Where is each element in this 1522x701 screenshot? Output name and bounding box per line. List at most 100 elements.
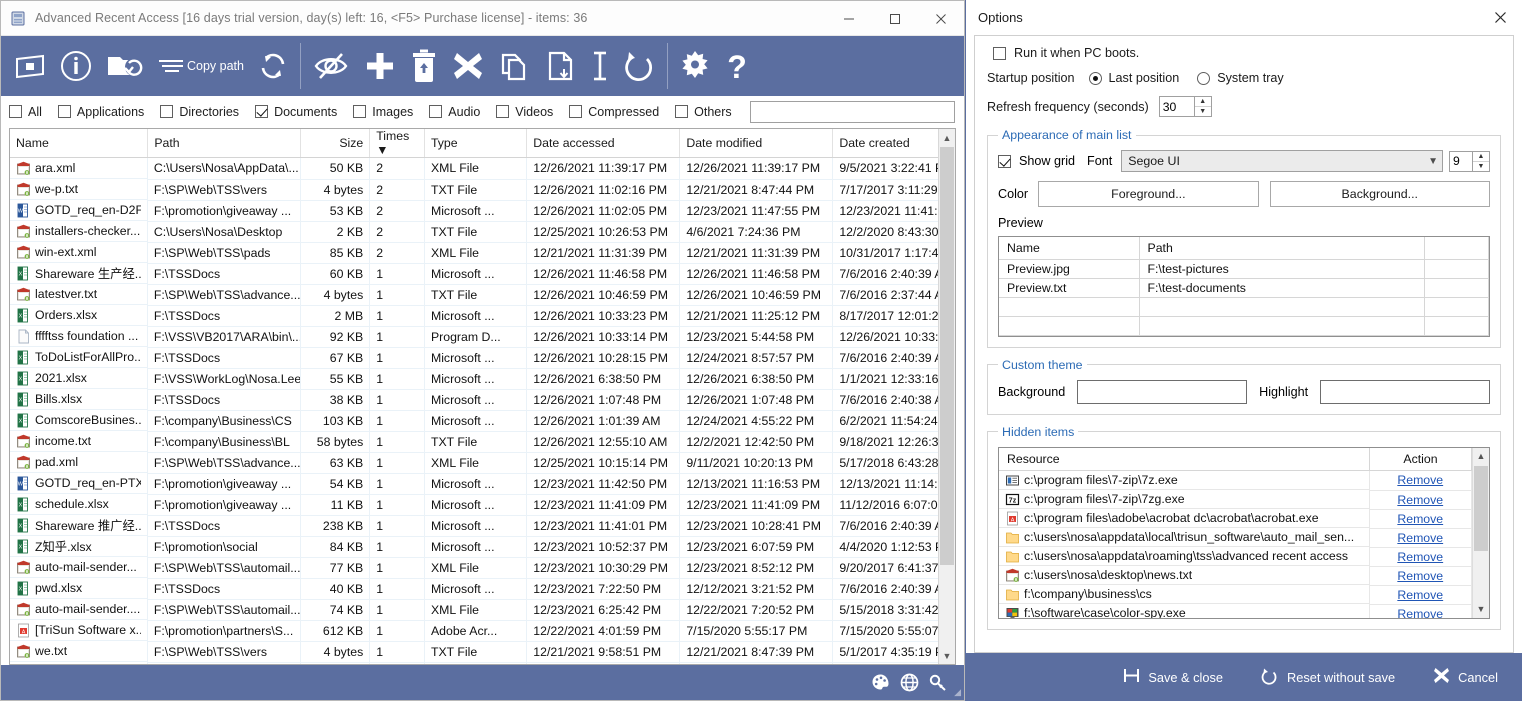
table-row[interactable]: auto-mail-sender...F:\SP\Web\TSS\automai… [10, 557, 955, 578]
table-row[interactable]: WGOTD_req_en-D2F...F:\promotion\giveaway… [10, 200, 955, 221]
table-row[interactable]: ara.xmlC:\Users\Nosa\AppData\...50 KB2XM… [10, 158, 955, 180]
font-size-spin-up-icon[interactable]: ▲ [1473, 152, 1489, 162]
scroll-up-icon[interactable]: ▲ [939, 129, 955, 146]
font-size-input[interactable] [1450, 152, 1472, 171]
filter-applications-checkbox[interactable] [58, 105, 71, 118]
table-row[interactable]: installers-checker....C:\Users\Nosa\Desk… [10, 221, 955, 242]
table-row[interactable]: win-ext.xmlF:\SP\Web\TSS\pads85 KB2XML F… [10, 242, 955, 263]
hidden-item-row[interactable]: f:\company\business\csRemove [999, 585, 1489, 604]
filter-compressed-checkbox[interactable] [569, 105, 582, 118]
table-row[interactable]: XShareware 推广经...F:\TSSDocs238 KB1Micros… [10, 515, 955, 536]
restore-button[interactable] [617, 36, 663, 96]
remove-link[interactable]: Remove [1397, 531, 1443, 545]
filter-images-checkbox[interactable] [353, 105, 366, 118]
filter-images[interactable]: Images [353, 105, 413, 119]
copy-path-button[interactable]: Copy path [151, 36, 250, 96]
startup-system-tray-radio[interactable] [1197, 72, 1210, 85]
filter-all-checkbox[interactable] [9, 105, 22, 118]
filter-documents-checkbox[interactable] [255, 105, 268, 118]
show-grid-option[interactable]: Show grid [998, 154, 1075, 168]
remove-link[interactable]: Remove [1397, 588, 1443, 602]
font-size-spin-buttons[interactable]: ▲ ▼ [1472, 152, 1489, 171]
foreground-color-button[interactable]: Foreground... [1038, 181, 1258, 207]
filter-audio-checkbox[interactable] [429, 105, 442, 118]
filter-documents[interactable]: Documents [255, 105, 337, 119]
table-row[interactable]: we.txtF:\SP\Web\TSS\vers4 bytes1TXT File… [10, 641, 955, 662]
file-list-scrollbar[interactable]: ▲ ▼ [938, 129, 955, 664]
remove-link[interactable]: Remove [1397, 493, 1443, 507]
hidden-item-row[interactable]: f:\software\case\color-spy.exeRemove [999, 604, 1489, 619]
remove-link[interactable]: Remove [1397, 569, 1443, 583]
rename-button[interactable] [583, 36, 617, 96]
column-header-times[interactable]: Times ▼ [370, 129, 425, 158]
file-name-cell[interactable]: Xschedule.xlsx [10, 494, 148, 515]
copy-file-button[interactable] [491, 36, 537, 96]
filter-applications[interactable]: Applications [58, 105, 144, 119]
options-close-button[interactable] [1478, 0, 1522, 35]
table-row[interactable]: XZ知乎.xlsxF:\promotion\social84 KB1Micros… [10, 536, 955, 557]
file-name-cell[interactable]: XToDoListForAllPro... [10, 347, 148, 368]
column-header-date-accessed[interactable]: Date accessed [527, 129, 680, 158]
file-name-cell[interactable]: XComscoreBusines... [10, 410, 148, 431]
minimize-button[interactable] [826, 1, 872, 36]
theme-highlight-field[interactable] [1320, 380, 1490, 404]
file-name-cell[interactable]: WGOTD_req_en-D2F... [10, 200, 148, 221]
file-name-cell[interactable]: latestver.txt [10, 284, 148, 305]
column-header-size[interactable]: Size [301, 129, 370, 158]
open-folder-button[interactable] [99, 36, 151, 96]
file-name-cell[interactable]: XOrders.xlsx [10, 305, 148, 326]
file-name-cell[interactable]: XZ知乎.xlsx [10, 536, 148, 557]
maximize-button[interactable] [872, 1, 918, 36]
background-color-button[interactable]: Background... [1270, 181, 1490, 207]
filter-all[interactable]: All [9, 105, 42, 119]
remove-link[interactable]: Remove [1397, 550, 1443, 564]
file-name-cell[interactable]: we.txt [10, 641, 148, 662]
column-header-date-modified[interactable]: Date modified [680, 129, 833, 158]
theme-background-field[interactable] [1077, 380, 1247, 404]
table-row[interactable]: A[TriSun Software x...F:\promotion\partn… [10, 620, 955, 641]
table-row[interactable]: income.txtF:\company\Business\BL58 bytes… [10, 431, 955, 452]
delete-permanently-button[interactable] [445, 36, 491, 96]
file-name-cell[interactable]: income.txt [10, 431, 148, 452]
font-select[interactable]: Segoe UI ▼ [1121, 150, 1443, 172]
help-button[interactable]: ? [718, 36, 756, 96]
file-name-cell[interactable]: Xpwd.xlsx [10, 578, 148, 599]
file-name-cell[interactable]: WGOTD_req_en-PTX... [10, 473, 148, 494]
table-row[interactable]: XShareware 生产经...F:\TSSDocs60 KB1Microso… [10, 263, 955, 284]
startup-system-tray-option[interactable]: System tray [1197, 71, 1283, 85]
file-name-cell[interactable]: ara.xml [10, 158, 148, 179]
column-header-date-created[interactable]: Date created [833, 129, 955, 158]
save-and-close-button[interactable]: Save & close [1117, 662, 1229, 692]
hidden-item-row[interactable]: c:\users\nosa\desktop\news.txtRemove [999, 566, 1489, 585]
refresh-button[interactable] [250, 36, 296, 96]
table-row[interactable]: XOrders.xlsxF:\TSSDocs2 MB1Microsoft ...… [10, 305, 955, 326]
startup-last-position-radio[interactable] [1089, 72, 1102, 85]
hidden-items-list[interactable]: Resource Action c:\program files\7-zip\7… [998, 447, 1490, 619]
table-row[interactable]: WGOTD_req_en-PTX...F:\promotion\giveaway… [10, 473, 955, 494]
table-row[interactable]: we-p.txtF:\SP\Web\TSS\vers4 bytes2TXT Fi… [10, 179, 955, 200]
font-size-stepper[interactable]: ▲ ▼ [1449, 151, 1490, 172]
filter-others-checkbox[interactable] [675, 105, 688, 118]
filter-compressed[interactable]: Compressed [569, 105, 659, 119]
hide-item-button[interactable] [305, 36, 357, 96]
hidden-item-row[interactable]: c:\program files\7-zip\7z.exeRemove [999, 471, 1489, 491]
column-header-type[interactable]: Type [424, 129, 526, 158]
globe-icon[interactable] [900, 673, 919, 692]
file-name-cell[interactable]: pad.xml [10, 452, 148, 473]
scrollbar-thumb[interactable] [940, 147, 954, 565]
filter-videos-checkbox[interactable] [496, 105, 509, 118]
hidden-scroll-up-icon[interactable]: ▲ [1473, 448, 1489, 465]
refresh-frequency-spin-buttons[interactable]: ▲ ▼ [1194, 97, 1211, 116]
scroll-down-icon[interactable]: ▼ [939, 647, 955, 664]
table-row[interactable]: Xschedule.xlsxF:\promotion\giveaway ...1… [10, 494, 955, 515]
table-row[interactable]: auto-mail-sender....F:\SP\Web\TSS\automa… [10, 599, 955, 620]
delete-to-recycle-bin-button[interactable] [403, 36, 445, 96]
file-name-cell[interactable]: XShareware 生产经... [10, 263, 148, 284]
filter-others[interactable]: Others [675, 105, 732, 119]
hidden-item-row[interactable]: Ac:\program files\adobe\acrobat dc\acrob… [999, 509, 1489, 528]
file-name-cell[interactable]: XBills.xlsx [10, 389, 148, 410]
reset-without-save-button[interactable]: Reset without save [1255, 662, 1401, 693]
remove-link[interactable]: Remove [1397, 607, 1443, 619]
run-at-boot-checkbox[interactable] [993, 47, 1006, 60]
cancel-button[interactable]: Cancel [1427, 662, 1504, 692]
